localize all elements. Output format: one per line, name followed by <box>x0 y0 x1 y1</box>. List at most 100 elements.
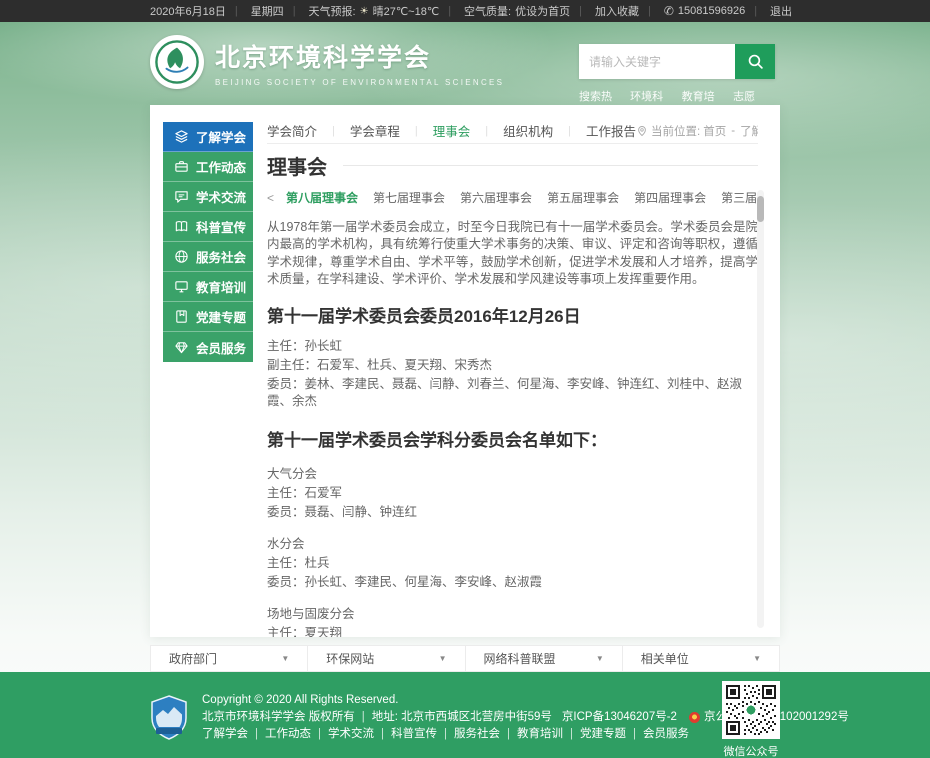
sidebar-item-label: 教育培训 <box>196 277 246 296</box>
subcommittee-group: 大气分会 主任：石爱军 委员：聂磊、闫静、钟连红 <box>267 466 758 521</box>
title-divider <box>343 165 758 166</box>
sidebar-item-news[interactable]: 工作动态 <box>163 152 253 182</box>
group-name: 场地与固废分会 <box>267 606 758 623</box>
council-tab-5[interactable]: 第五届理事会 <box>547 189 619 206</box>
group-name: 大气分会 <box>267 466 758 483</box>
footer-org: 北京市环境科学学会 版权所有 <box>202 709 355 726</box>
search-button[interactable] <box>735 44 775 79</box>
council-tab-7[interactable]: 第七届理事会 <box>373 189 445 206</box>
page: 2020年6月18日 星期四 天气预报: ☀ 晴27℃~18℃ 空气质量: 优 … <box>0 0 930 758</box>
tab-organization[interactable]: 组织机构 <box>503 122 553 140</box>
weekday-text: 星期四 <box>226 3 284 19</box>
weather-item: 天气预报: ☀ 晴27℃~18℃ <box>284 3 440 19</box>
chevron-down-icon: ▼ <box>596 654 604 663</box>
footer-dropdown-government[interactable]: 政府部门 ▼ <box>151 646 308 671</box>
tab-separator: | <box>568 125 571 137</box>
sidebar-item-label: 会员服务 <box>196 338 246 357</box>
intro-paragraph: 从1978年第一届学术委员会成立，时至今日我院已有十一届学术委员会。学术委员会是… <box>267 219 758 288</box>
footer-link-training[interactable]: 教育培训 <box>517 726 580 743</box>
footer-dropdown-related-units[interactable]: 相关单位 ▼ <box>623 646 779 671</box>
sidebar-item-label: 学术交流 <box>196 187 246 206</box>
footer-link-society[interactable]: 服务社会 <box>454 726 517 743</box>
phone-icon: ✆ <box>664 4 674 18</box>
breadcrumb-label: 当前位置: <box>651 123 700 139</box>
sidebar-item-academic[interactable]: 学术交流 <box>163 182 253 212</box>
scrollbar-thumb[interactable] <box>757 196 764 222</box>
hot-word-link[interactable]: 环境科学 <box>630 88 668 120</box>
footer-separator <box>355 709 372 726</box>
footer-link-science[interactable]: 科普宣传 <box>391 726 454 743</box>
sidebar: 了解学会 工作动态 学术交流 科普宣传 <box>163 122 253 362</box>
air-quality-value: 优 <box>515 3 526 19</box>
sidebar-item-party[interactable]: 党建专题 <box>163 302 253 332</box>
sidebar-item-member[interactable]: 会员服务 <box>163 332 253 362</box>
committee-line: 委员：姜林、李建民、聂磊、闫静、刘春兰、何星海、李安峰、钟连红、刘桂中、赵淑霞、… <box>267 376 758 410</box>
sidebar-item-about[interactable]: 了解学会 <box>163 122 253 152</box>
search-icon <box>747 53 764 70</box>
search-input[interactable] <box>579 44 735 79</box>
air-quality-item: 空气质量: 优 <box>439 3 526 19</box>
sidebar-item-training[interactable]: 教育培训 <box>163 272 253 302</box>
footer-dropdown-label: 相关单位 <box>641 650 689 667</box>
tab-intro[interactable]: 学会简介 <box>267 122 317 140</box>
logout-link[interactable]: 退出 <box>745 3 792 19</box>
site-header: 北京环境科学学会 BEIJING SOCIETY OF ENVIRONMENTA… <box>150 22 780 105</box>
committee-line: 副主任：石爱军、杜兵、夏天翔、宋秀杰 <box>267 357 758 374</box>
hot-word-link[interactable]: 志愿者 <box>733 88 762 120</box>
section-tabs: 学会简介 | 学会章程 | 理事会 | 组织机构 | 工作报告 当前位置: 首页… <box>267 122 758 144</box>
icp-link[interactable]: 京ICP备13046207号-2 <box>562 709 677 726</box>
footer-dropdown-label: 网络科普联盟 <box>484 650 556 667</box>
tab-report[interactable]: 工作报告 <box>586 122 636 140</box>
group-line: 主任：石爱军 <box>267 485 758 502</box>
monitor-icon <box>174 279 189 294</box>
search-area: 搜索热词: 环境科学 教育培训 志愿者 <box>579 44 775 120</box>
page-title: 理事会 <box>267 151 327 180</box>
sidebar-item-label: 了解学会 <box>196 127 246 146</box>
breadcrumb-home[interactable]: 首页 <box>703 123 726 139</box>
tab-separator: | <box>485 125 488 137</box>
footer-dropdown-env-sites[interactable]: 环保网站 ▼ <box>308 646 465 671</box>
committee-line: 主任：孙长虹 <box>267 338 758 355</box>
tab-council[interactable]: 理事会 <box>433 122 471 140</box>
sidebar-item-label: 服务社会 <box>196 247 246 266</box>
police-badge-icon <box>689 712 700 723</box>
chevron-down-icon: ▼ <box>753 654 761 663</box>
footer-link-party[interactable]: 党建专题 <box>580 726 643 743</box>
qr-label: 微信公众号 <box>722 743 780 758</box>
hot-words-label: 搜索热词: <box>579 88 620 120</box>
qr-code-icon <box>722 681 780 739</box>
set-home-link[interactable]: 设为首页 <box>526 3 570 19</box>
sidebar-item-label: 工作动态 <box>196 157 246 176</box>
scrollbar[interactable] <box>757 190 764 628</box>
council-tab-3[interactable]: 第三届理事会 <box>721 189 758 206</box>
phone-number: 15081596926 <box>678 5 745 17</box>
site-subtitle: BEIJING SOCIETY OF ENVIRONMENTAL SCIENCE… <box>215 78 504 87</box>
main-card: 了解学会 工作动态 学术交流 科普宣传 <box>150 105 780 637</box>
sidebar-item-society[interactable]: 服务社会 <box>163 242 253 272</box>
weather-label: 天气预报: <box>309 3 356 19</box>
sun-icon: ☀ <box>360 6 369 17</box>
group-line: 委员：孙长虹、李建民、何星海、李安峰、赵淑霞 <box>267 574 758 591</box>
institution-badge <box>150 695 188 746</box>
breadcrumb: 当前位置: 首页 - 了解学会 - 理事会 <box>636 123 758 139</box>
footer-link-member[interactable]: 会员服务 <box>643 726 689 743</box>
council-tab-8[interactable]: 第八届理事会 <box>286 189 358 206</box>
site-logo[interactable]: 北京环境科学学会 BEIJING SOCIETY OF ENVIRONMENTA… <box>150 35 504 89</box>
footer-link-academic[interactable]: 学术交流 <box>328 726 391 743</box>
footer-address: 地址: 北京市西城区北营房中街59号 <box>372 709 552 726</box>
globe-icon <box>174 249 189 264</box>
subcommittee-heading: 第十一届学术委员会学科分委员会名单如下： <box>267 426 758 451</box>
favorite-link[interactable]: 加入收藏 <box>570 3 639 19</box>
breadcrumb-section[interactable]: 了解学会 <box>740 123 758 139</box>
wechat-qr: 微信公众号 <box>722 681 780 758</box>
footer-link-news[interactable]: 工作动态 <box>265 726 328 743</box>
hot-word-link[interactable]: 教育培训 <box>682 88 720 120</box>
sidebar-item-science[interactable]: 科普宣传 <box>163 212 253 242</box>
council-tab-6[interactable]: 第六届理事会 <box>460 189 532 206</box>
tab-charter[interactable]: 学会章程 <box>350 122 400 140</box>
footer-link-about[interactable]: 了解学会 <box>202 726 265 743</box>
council-tab-4[interactable]: 第四届理事会 <box>634 189 706 206</box>
sidebar-item-label: 党建专题 <box>196 307 246 326</box>
footer-dropdown-science-alliance[interactable]: 网络科普联盟 ▼ <box>466 646 623 671</box>
prev-arrow[interactable]: < <box>267 191 274 205</box>
